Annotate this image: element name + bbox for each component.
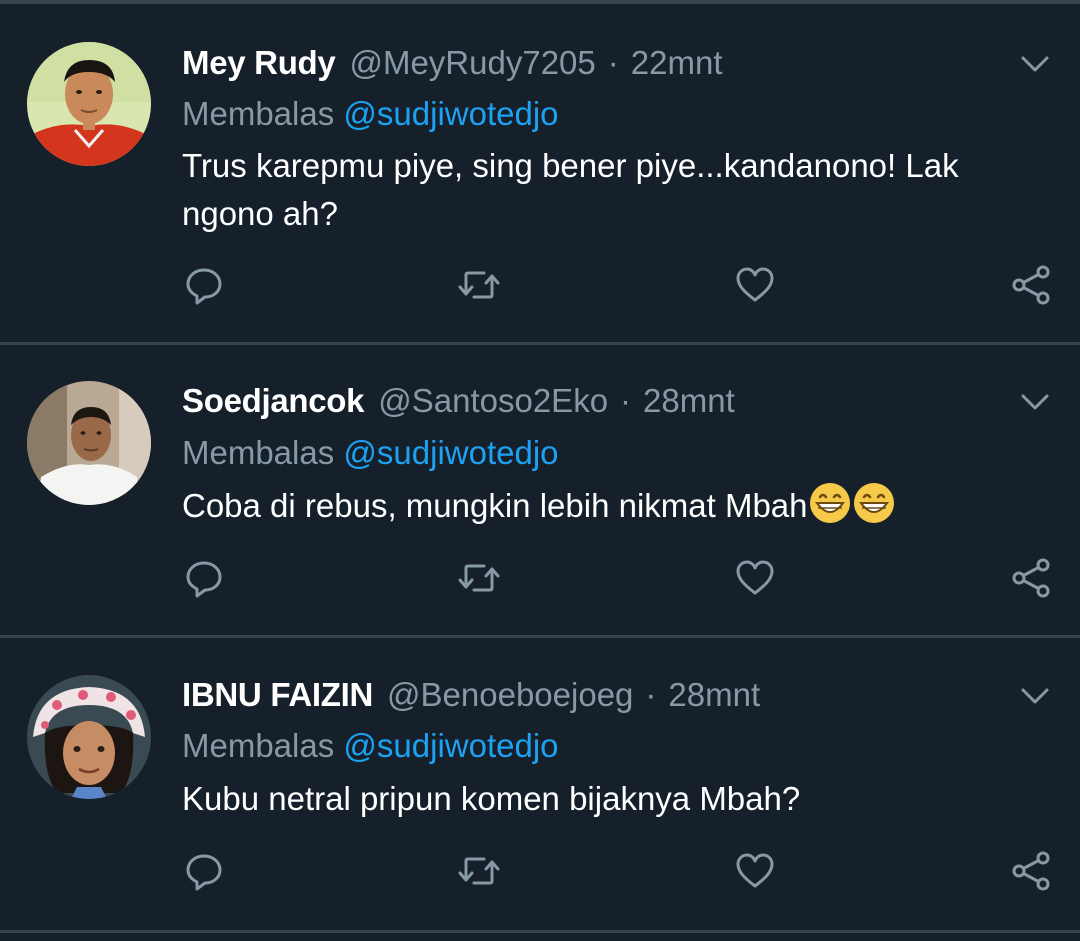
timestamp[interactable]: 28mnt — [643, 382, 735, 420]
reply-mention-link[interactable]: @sudjiwotedjo — [343, 434, 558, 471]
retweet-icon[interactable] — [457, 556, 501, 600]
tweet-divider — [0, 930, 1080, 933]
user-handle[interactable]: @MeyRudy7205 — [349, 44, 595, 82]
tweet-text: Coba di rebus, mungkin lebih nikmat Mbah — [182, 481, 1042, 530]
tweet-body: Kubu netral pripun komen bijaknya Mbah? — [182, 780, 801, 817]
separator-dot: · — [607, 44, 619, 81]
reply-context: Membalas @sudjiwotedjo — [182, 95, 559, 133]
display-name[interactable]: Soedjancok — [182, 382, 365, 420]
chevron-down-icon[interactable] — [1017, 678, 1053, 714]
reply-mention-link[interactable]: @sudjiwotedjo — [343, 95, 558, 132]
timestamp[interactable]: 22mnt — [631, 44, 723, 82]
user-handle[interactable]: @Benoeboejoeg — [387, 676, 633, 714]
chevron-down-icon[interactable] — [1017, 384, 1053, 420]
retweet-icon[interactable] — [457, 849, 501, 893]
tweet-text: Trus karepmu piye, sing bener piye...kan… — [182, 142, 1042, 238]
like-icon[interactable] — [733, 556, 777, 600]
reply-mention-link[interactable]: @sudjiwotedjo — [343, 727, 558, 764]
user-handle[interactable]: @Santoso2Eko — [378, 382, 608, 420]
separator-dot: · — [645, 676, 657, 713]
tweet-text: Kubu netral pripun komen bijaknya Mbah? — [182, 775, 1042, 823]
avatar[interactable] — [27, 675, 151, 799]
avatar-photo — [27, 675, 151, 799]
tweet-body: Trus karepmu piye, sing bener piye...kan… — [182, 147, 959, 232]
reply-prefix: Membalas — [182, 95, 335, 132]
reply-icon[interactable] — [182, 556, 226, 600]
timestamp[interactable]: 28mnt — [668, 676, 760, 714]
grinning-face-emoji — [809, 483, 850, 523]
tweet-header: Soedjancok @Santoso2Eko · 28mnt — [182, 379, 735, 423]
share-icon[interactable] — [1009, 849, 1053, 893]
avatar-photo — [27, 42, 151, 166]
tweet-2[interactable]: Soedjancok @Santoso2Eko · 28mnt Membalas… — [0, 345, 1080, 635]
retweet-icon[interactable] — [457, 263, 501, 307]
display-name[interactable]: IBNU FAIZIN — [182, 676, 373, 714]
share-icon[interactable] — [1009, 263, 1053, 307]
avatar[interactable] — [27, 381, 151, 505]
separator-dot: · — [620, 382, 632, 419]
tweet-header: IBNU FAIZIN @Benoeboejoeg · 28mnt — [182, 673, 760, 717]
reply-prefix: Membalas — [182, 727, 335, 764]
avatar[interactable] — [27, 42, 151, 166]
tweet-3[interactable]: IBNU FAIZIN @Benoeboejoeg · 28mnt Membal… — [0, 638, 1080, 930]
share-icon[interactable] — [1009, 556, 1053, 600]
tweet-header: Mey Rudy @MeyRudy7205 · 22mnt — [182, 41, 722, 85]
avatar-photo — [27, 381, 151, 505]
reply-context: Membalas @sudjiwotedjo — [182, 434, 559, 472]
tweet-body: Coba di rebus, mungkin lebih nikmat Mbah — [182, 487, 808, 524]
tweet-1[interactable]: Mey Rudy @MeyRudy7205 · 22mnt Membalas @… — [0, 4, 1080, 342]
reply-context: Membalas @sudjiwotedjo — [182, 727, 559, 765]
like-icon[interactable] — [733, 263, 777, 307]
grinning-face-emoji — [853, 483, 894, 523]
display-name[interactable]: Mey Rudy — [182, 44, 336, 82]
reply-icon[interactable] — [182, 849, 226, 893]
like-icon[interactable] — [733, 849, 777, 893]
chevron-down-icon[interactable] — [1017, 46, 1053, 82]
reply-icon[interactable] — [182, 263, 226, 307]
reply-prefix: Membalas — [182, 434, 335, 471]
